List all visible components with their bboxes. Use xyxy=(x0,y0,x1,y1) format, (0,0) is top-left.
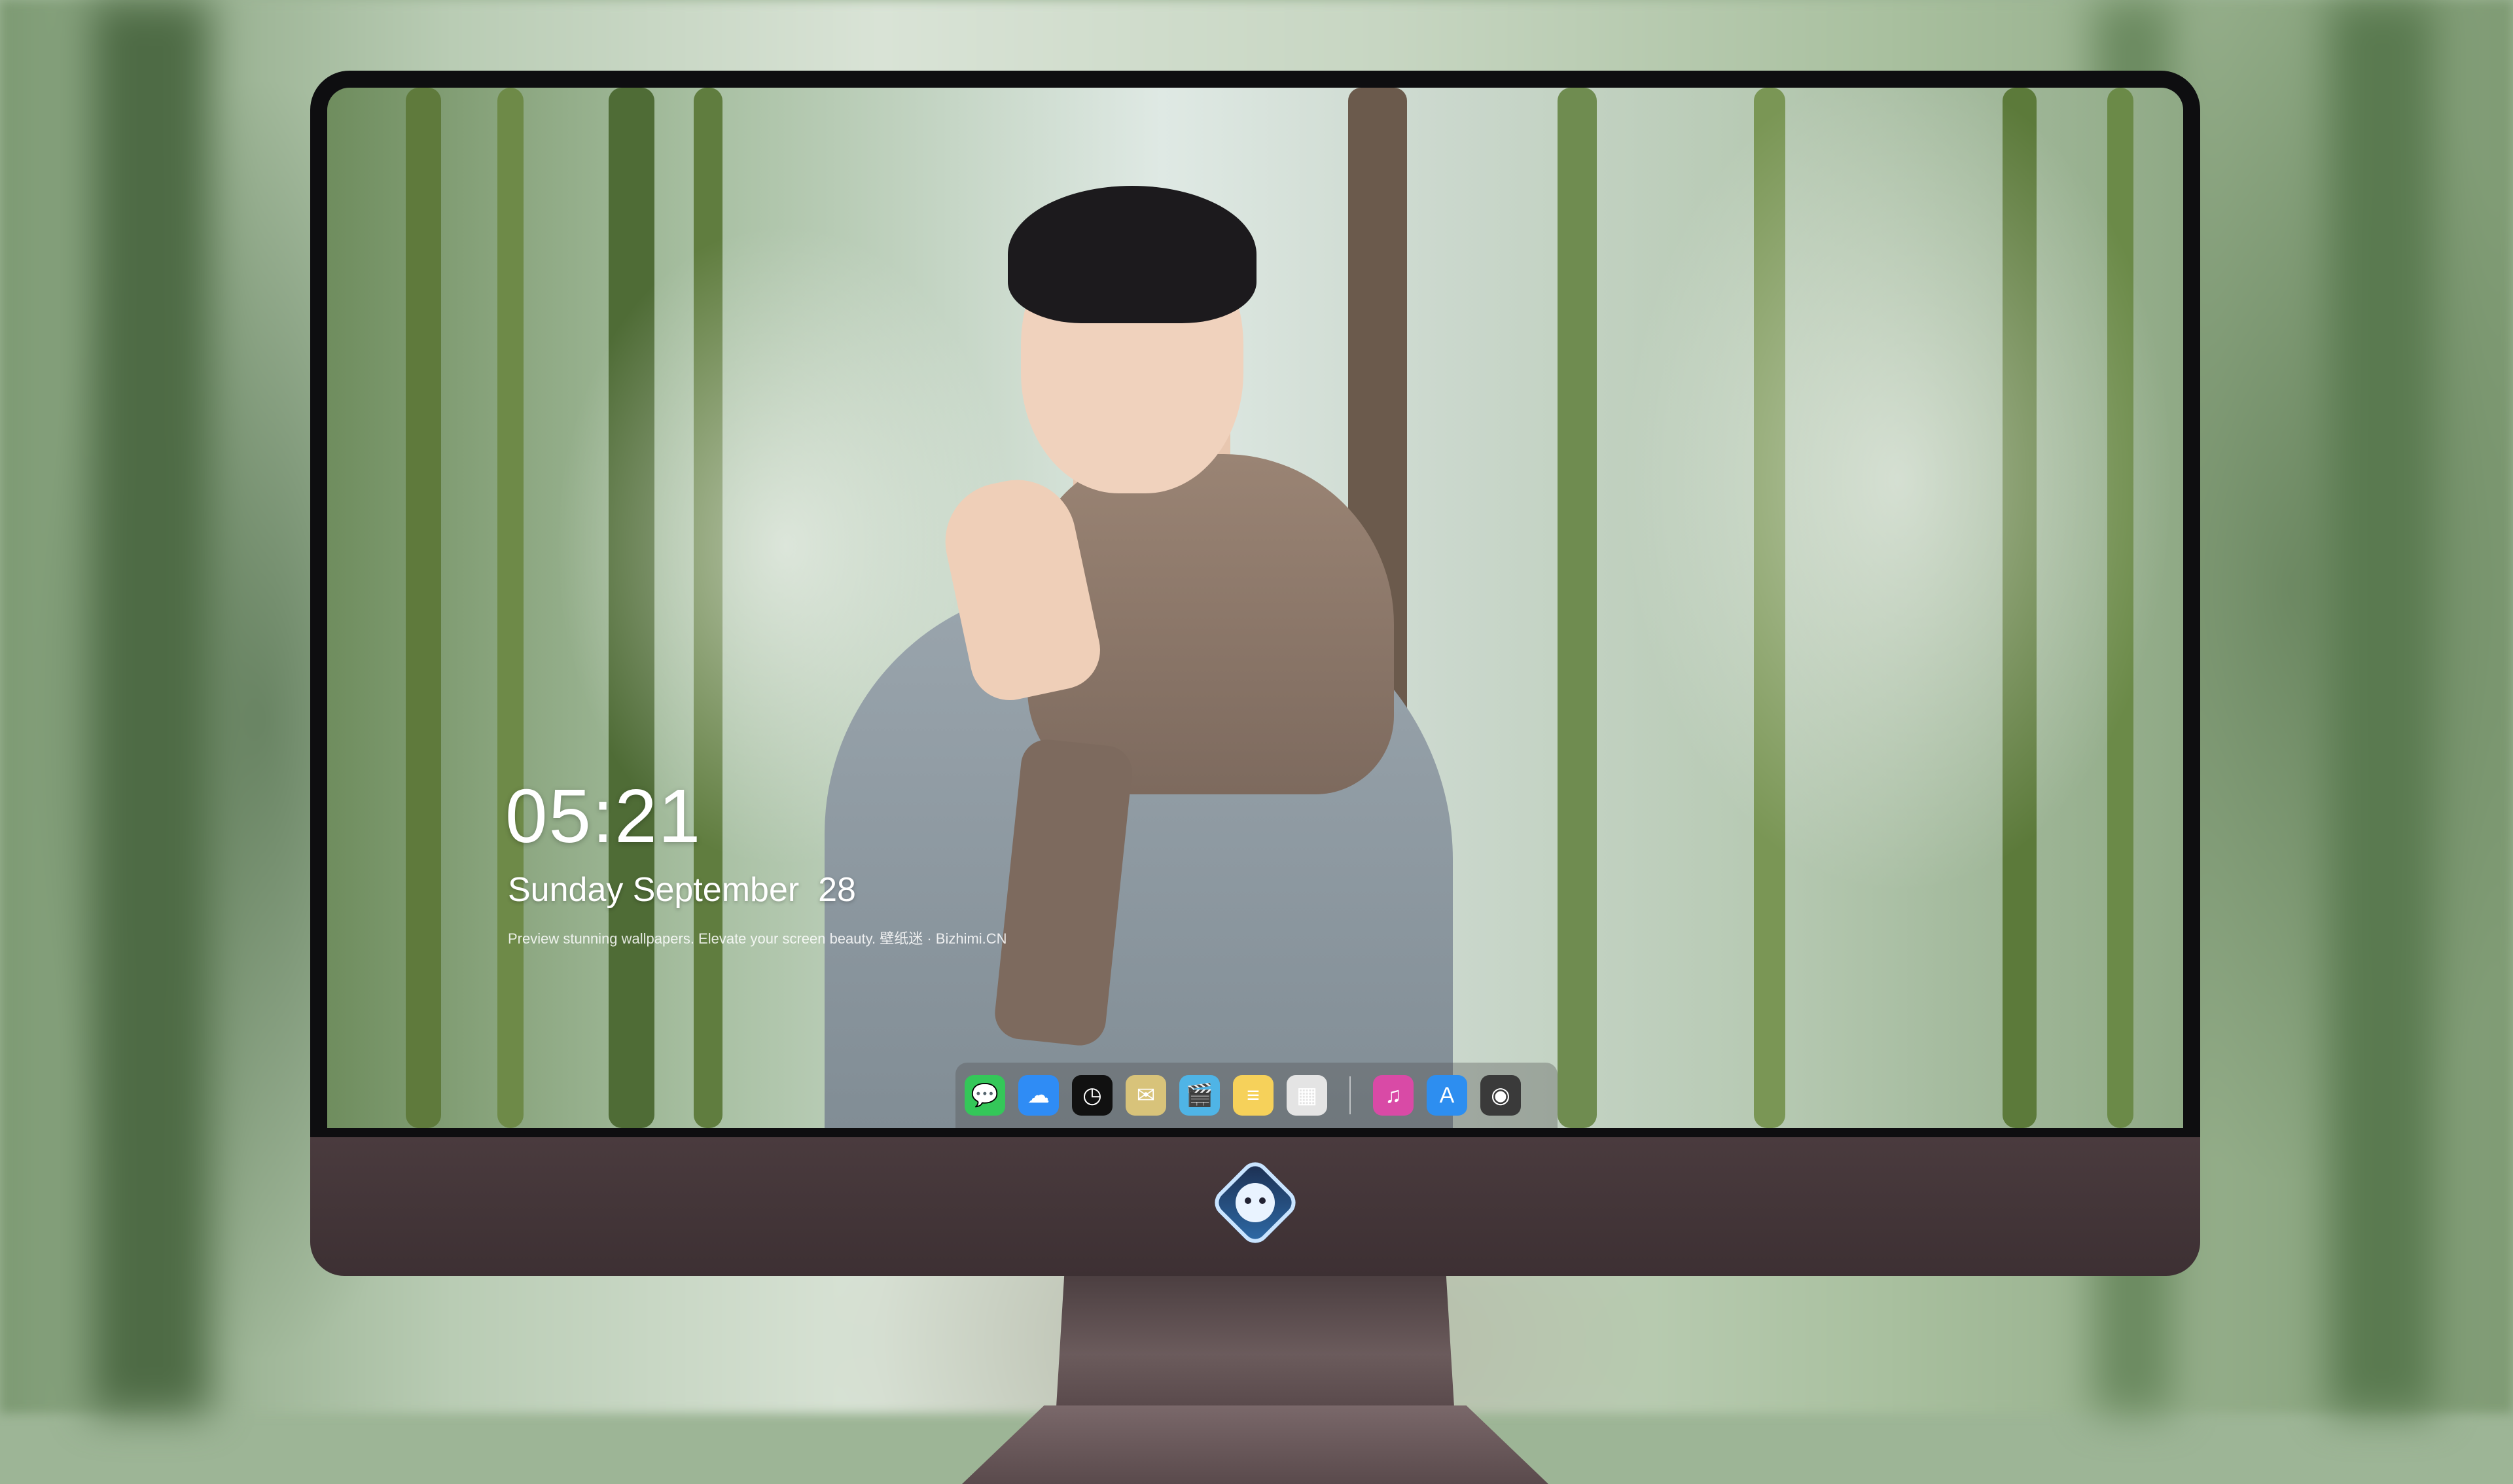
person-hair xyxy=(1008,186,1256,323)
notes-icon[interactable]: ≡ xyxy=(1233,1075,1274,1116)
preview-icon[interactable]: ✉ xyxy=(1126,1075,1166,1116)
dock-separator xyxy=(1349,1076,1351,1114)
music-icon[interactable]: ♫ xyxy=(1373,1075,1414,1116)
wallpaper-tagline: Preview stunning wallpapers. Elevate you… xyxy=(508,930,1007,947)
photo-booth-icon[interactable]: ▦ xyxy=(1287,1075,1327,1116)
app-store-icon[interactable]: A xyxy=(1427,1075,1467,1116)
dock: 💬 ☁ ◷ ✉ 🎬 ≡ ▦ ♫ A ◉ xyxy=(955,1063,1558,1128)
monitor: 05:21 Sunday September 28 Preview stunni… xyxy=(310,71,2200,1484)
messages-icon[interactable]: 💬 xyxy=(965,1075,1005,1116)
logo-mascot-icon xyxy=(1236,1183,1275,1222)
lock-screen-time: 05:21 xyxy=(505,773,702,858)
camera-icon[interactable]: ◉ xyxy=(1480,1075,1521,1116)
clock-icon[interactable]: ◷ xyxy=(1072,1075,1113,1116)
monitor-stand-base xyxy=(962,1405,1548,1484)
monitor-stand xyxy=(1056,1276,1454,1407)
clapperboard-icon[interactable]: 🎬 xyxy=(1179,1075,1220,1116)
weather-icon[interactable]: ☁ xyxy=(1018,1075,1059,1116)
lock-screen-date: Sunday September 28 xyxy=(508,871,856,909)
lock-screen[interactable]: 05:21 Sunday September 28 Preview stunni… xyxy=(327,88,2183,1128)
